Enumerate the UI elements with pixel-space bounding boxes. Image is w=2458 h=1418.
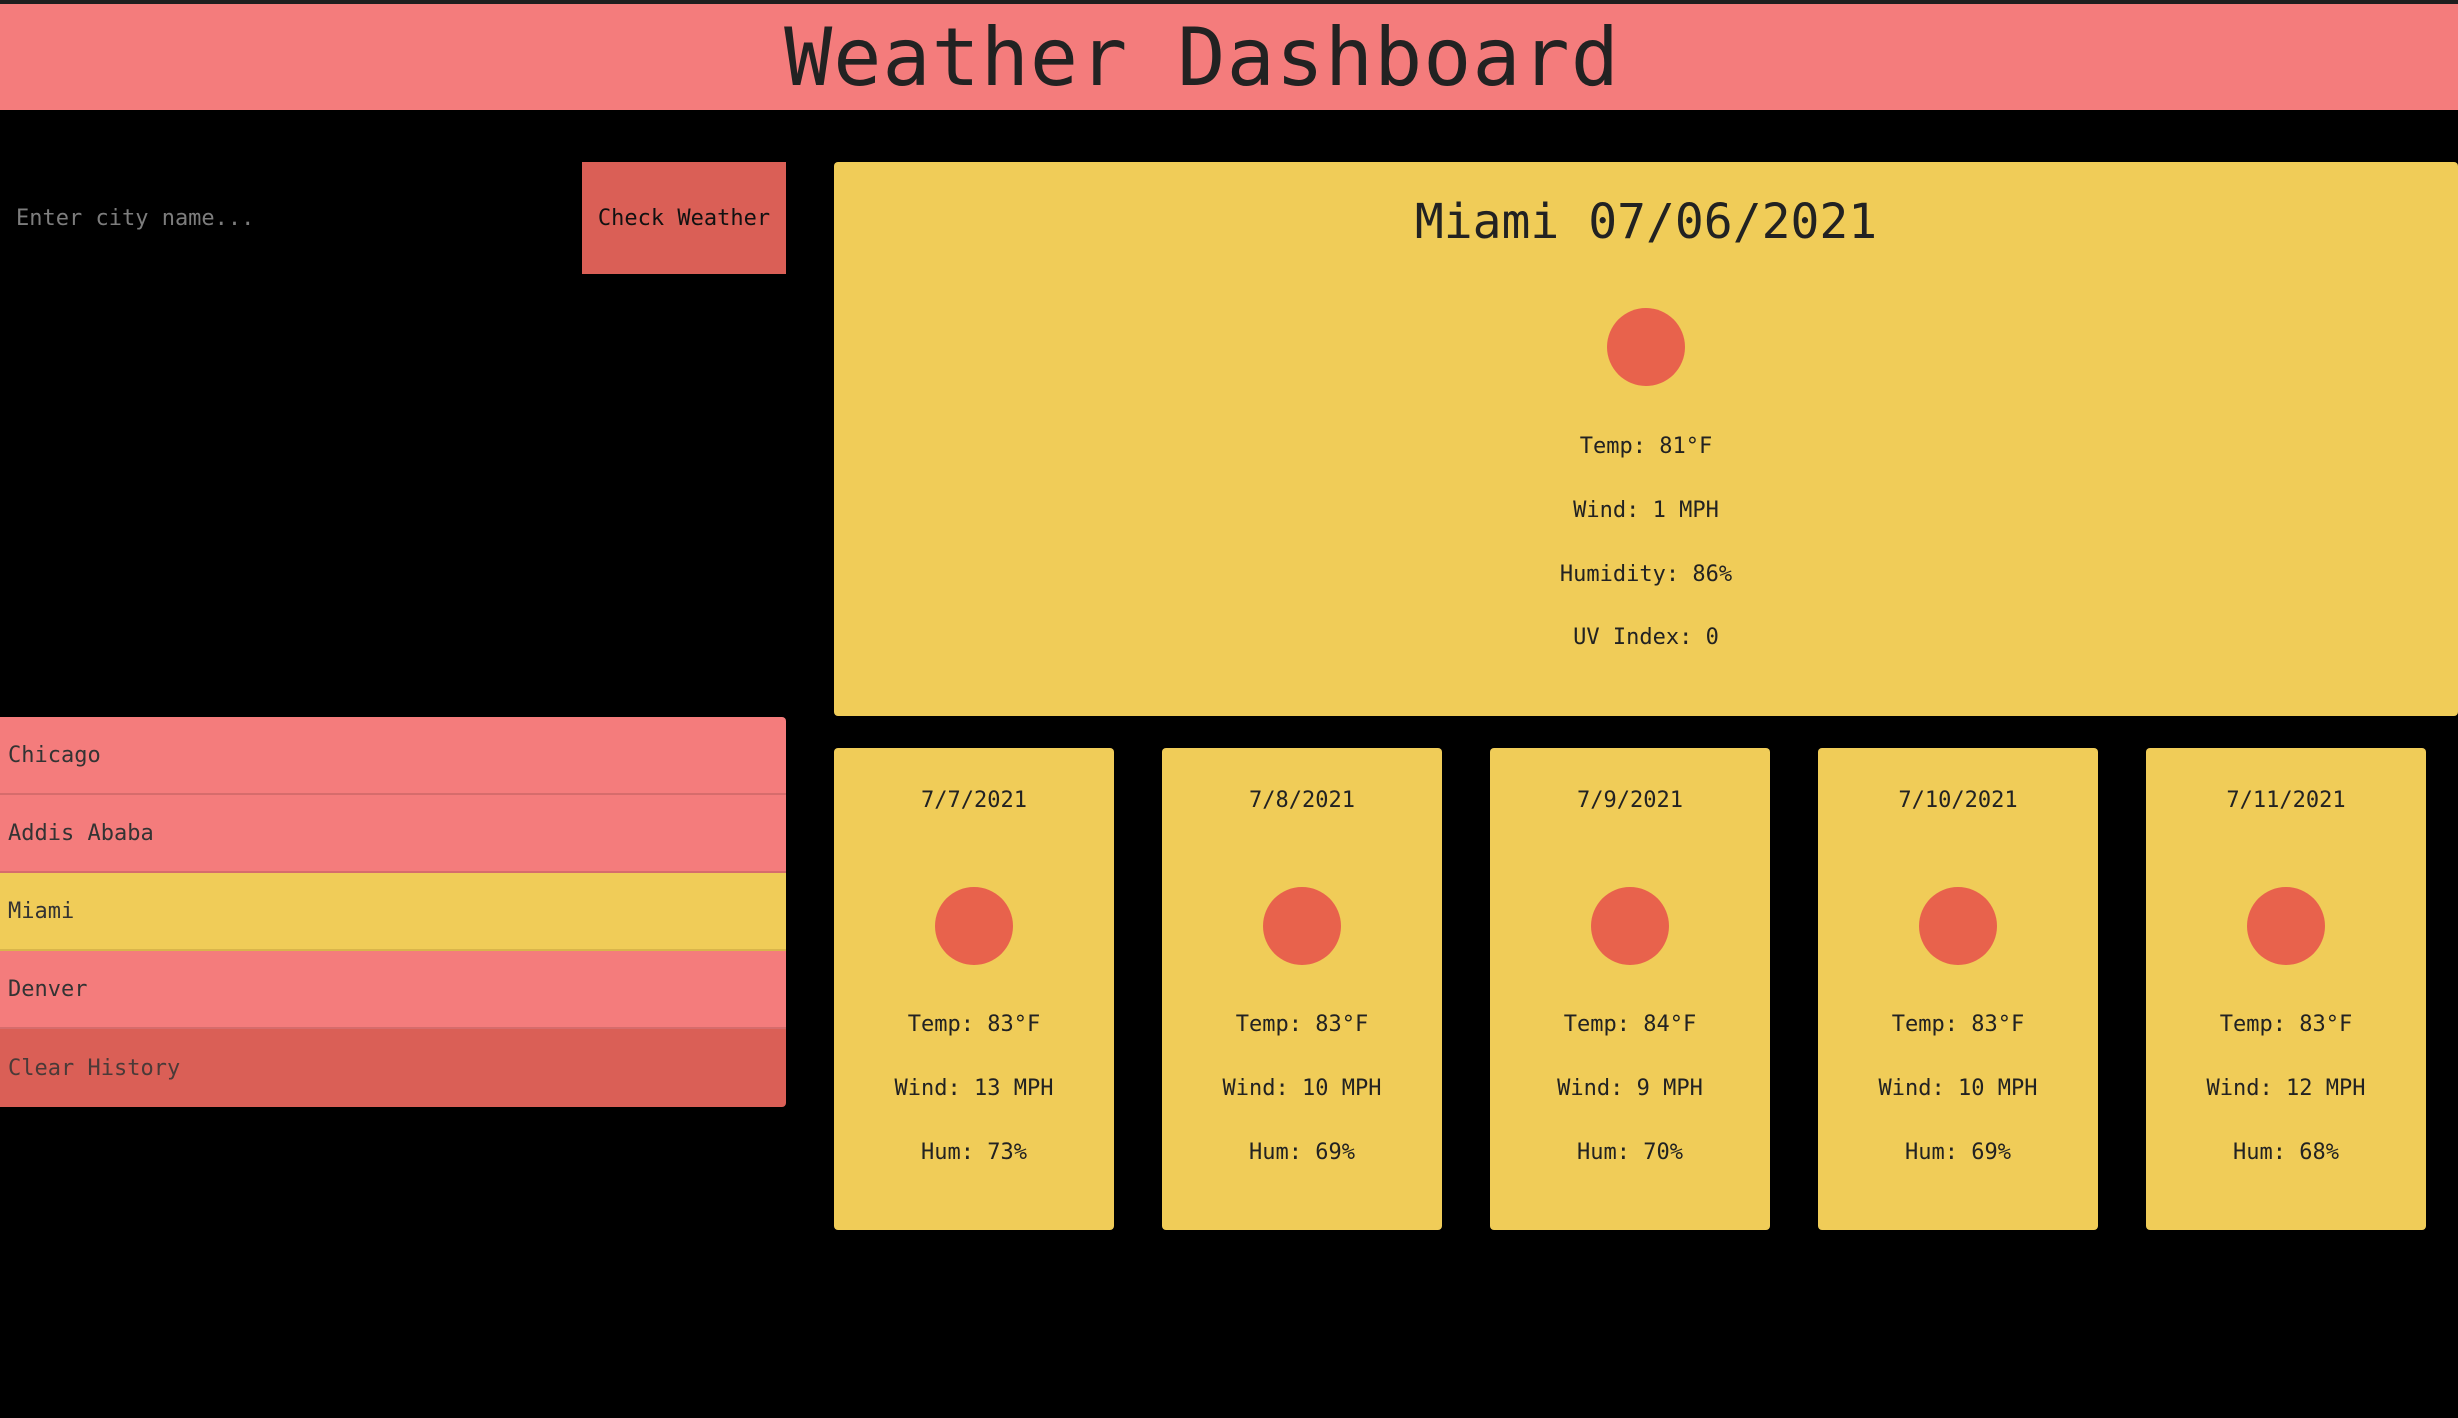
city-search-input[interactable] (0, 162, 582, 274)
forecast-wind: Wind: 12 MPH (2206, 1076, 2366, 1101)
forecast-card: 7/11/2021 Temp: 83°F Wind: 12 MPH Hum: 6… (2146, 748, 2426, 1230)
forecast-temp: Temp: 83°F (2219, 1012, 2353, 1037)
current-wind: Wind: 1 MPH (1573, 498, 1719, 523)
sun-icon (2247, 887, 2325, 965)
sun-icon (1591, 887, 1669, 965)
forecast-humidity: Hum: 69% (1249, 1140, 1355, 1165)
forecast-date: 7/8/2021 (1249, 788, 1355, 813)
forecast-humidity: Hum: 73% (921, 1140, 1027, 1165)
history-item-miami[interactable]: Miami (0, 873, 786, 951)
clear-history-button[interactable]: Clear History (0, 1029, 786, 1107)
forecast-humidity: Hum: 70% (1577, 1140, 1683, 1165)
forecast-wind: Wind: 10 MPH (1878, 1076, 2038, 1101)
current-temp: Temp: 81°F (1579, 434, 1713, 459)
forecast-wind: Wind: 13 MPH (894, 1076, 1054, 1101)
current-uv-index: UV Index: 0 (1573, 625, 1719, 650)
history-item-denver[interactable]: Denver (0, 951, 786, 1029)
page-header: Weather Dashboard (0, 0, 2458, 110)
forecast-date: 7/10/2021 (1898, 788, 2018, 813)
current-humidity: Humidity: 86% (1559, 562, 1733, 587)
forecast-temp: Temp: 83°F (1891, 1012, 2025, 1037)
page-title: Weather Dashboard (784, 10, 1620, 104)
forecast-wind: Wind: 9 MPH (1557, 1076, 1703, 1101)
sun-icon (935, 887, 1013, 965)
current-city-date: Miami 07/06/2021 (1414, 194, 1878, 250)
forecast-temp: Temp: 83°F (907, 1012, 1041, 1037)
forecast-humidity: Hum: 68% (2233, 1140, 2339, 1165)
forecast-card: 7/8/2021 Temp: 83°F Wind: 10 MPH Hum: 69… (1162, 748, 1442, 1230)
check-weather-button[interactable]: Check Weather (582, 162, 786, 274)
forecast-wind: Wind: 10 MPH (1222, 1076, 1382, 1101)
forecast-temp: Temp: 84°F (1563, 1012, 1697, 1037)
history-item-addis-ababa[interactable]: Addis Ababa (0, 795, 786, 873)
forecast-date: 7/11/2021 (2226, 788, 2346, 813)
forecast-card: 7/7/2021 Temp: 83°F Wind: 13 MPH Hum: 73… (834, 748, 1114, 1230)
sun-icon (1607, 308, 1685, 386)
history-item-chicago[interactable]: Chicago (0, 717, 786, 795)
forecast-card: 7/9/2021 Temp: 84°F Wind: 9 MPH Hum: 70% (1490, 748, 1770, 1230)
forecast-humidity: Hum: 69% (1905, 1140, 2011, 1165)
sun-icon (1919, 887, 1997, 965)
forecast-date: 7/7/2021 (921, 788, 1027, 813)
forecast-date: 7/9/2021 (1577, 788, 1683, 813)
sun-icon (1263, 887, 1341, 965)
forecast-temp: Temp: 83°F (1235, 1012, 1369, 1037)
forecast-card: 7/10/2021 Temp: 83°F Wind: 10 MPH Hum: 6… (1818, 748, 2098, 1230)
current-weather-card: Miami 07/06/2021 Temp: 81°F Wind: 1 MPH … (834, 162, 2458, 716)
search-history-list: Chicago Addis Ababa Miami Denver Clear H… (0, 717, 786, 1107)
